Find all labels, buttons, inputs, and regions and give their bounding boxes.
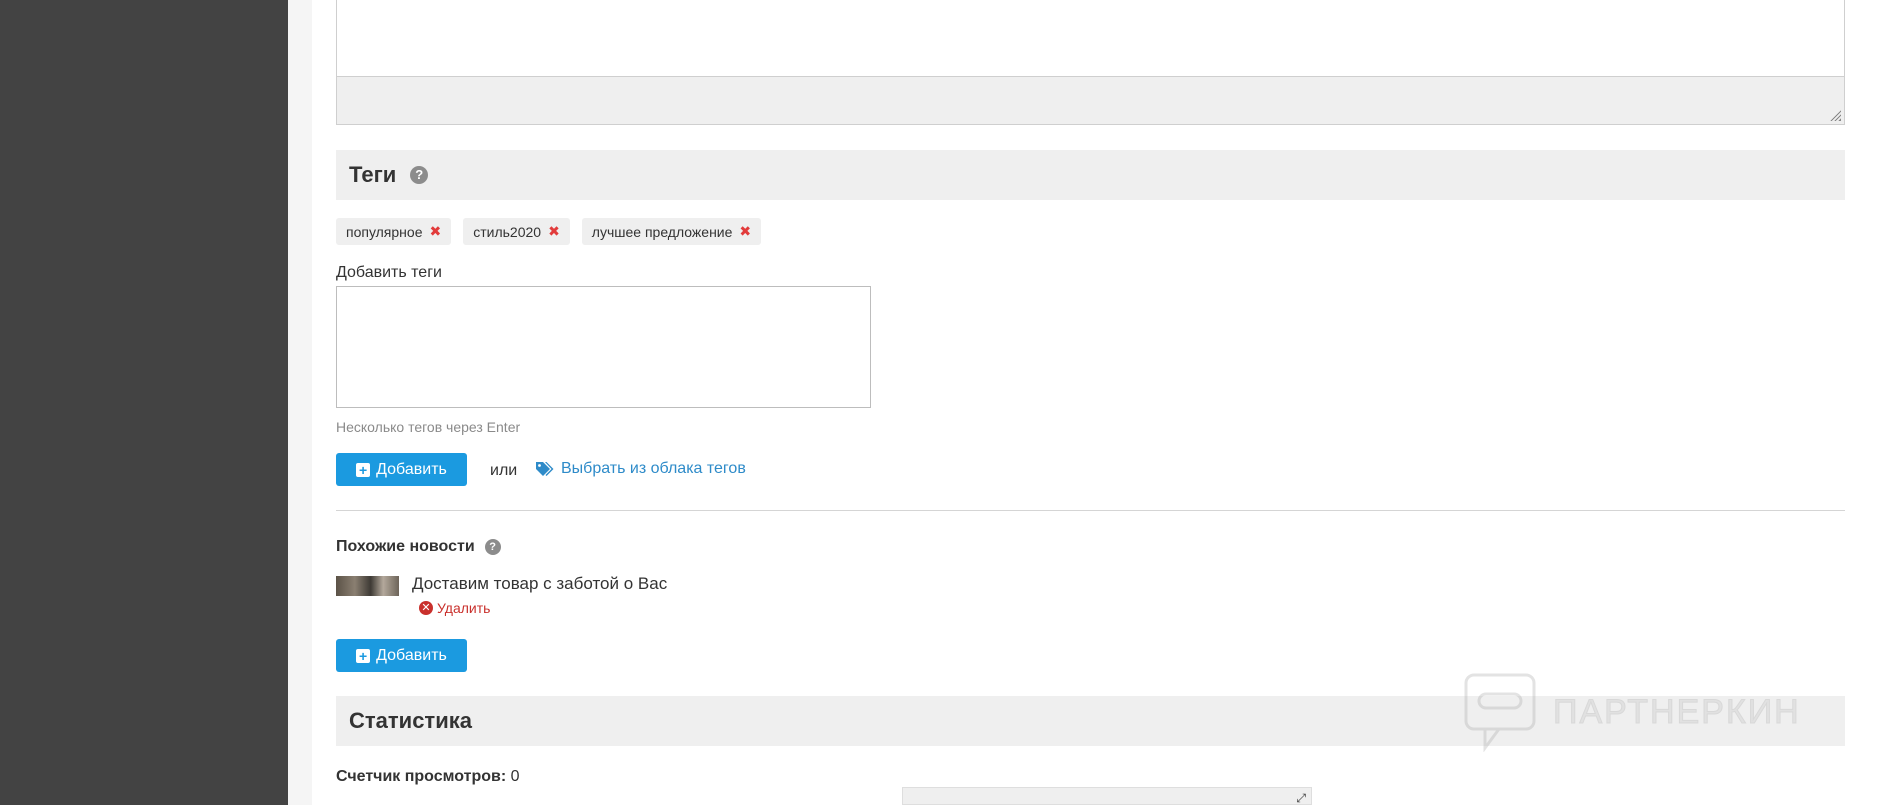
resize-grip-icon[interactable] (1829, 109, 1841, 121)
delete-news-link[interactable]: ✕ Удалить (419, 600, 490, 616)
tag-chip: лучшее предложение ✖ (581, 218, 762, 245)
add-tags-button-label: Добавить (376, 460, 447, 478)
tags-hint: Несколько тегов через Enter (336, 419, 521, 435)
tags-list: популярное ✖ стиль2020 ✖ лучшее предложе… (336, 218, 762, 245)
add-tags-input[interactable] (336, 286, 871, 408)
tags-icon (536, 462, 554, 476)
tag-cloud-link-label: Выбрать из облака тегов (561, 460, 746, 477)
plus-square-icon: + (356, 462, 371, 477)
stats-chart-box: ⤢ (902, 787, 1312, 805)
tag-label: лучшее предложение (591, 223, 733, 240)
tag-cloud-link[interactable]: Выбрать из облака тегов (535, 460, 746, 478)
add-tags-label: Добавить теги (336, 264, 442, 281)
plus-square-icon: + (356, 648, 371, 663)
remove-tag-icon[interactable]: ✖ (548, 223, 560, 240)
views-counter-label: Счетчик просмотров: (336, 768, 507, 785)
statistics-section-header: Статистика (336, 696, 1845, 746)
question-circle-icon[interactable]: ? (410, 166, 429, 184)
add-tags-button[interactable]: + Добавить (336, 453, 467, 486)
remove-tag-icon[interactable]: ✖ (429, 223, 441, 240)
news-thumbnail (336, 576, 399, 596)
main-panel: Теги ? популярное ✖ стиль2020 ✖ лучшее п… (312, 0, 1888, 805)
views-counter-value: 0 (510, 768, 520, 785)
similar-news-title: Похожие новости (336, 538, 475, 555)
expand-icon[interactable]: ⤢ (1296, 791, 1306, 805)
tags-section-title: Теги (349, 162, 397, 187)
remove-tag-icon[interactable]: ✖ (739, 223, 751, 240)
delete-news-label: Удалить (437, 600, 491, 616)
left-sidebar (0, 0, 288, 805)
similar-news-header: Похожие новости ? (336, 538, 501, 556)
tag-label: стиль2020 (473, 223, 542, 240)
text-editor[interactable] (336, 0, 1845, 125)
statistics-section-title: Статистика (349, 708, 472, 733)
add-similar-news-button-label: Добавить (376, 646, 447, 664)
content-gutter (288, 0, 312, 805)
editor-statusbar (337, 76, 1844, 124)
add-similar-news-button[interactable]: + Добавить (336, 639, 467, 672)
tag-chip: популярное ✖ (336, 218, 452, 245)
section-divider (336, 510, 1845, 511)
tags-section-header: Теги ? (336, 150, 1845, 200)
similar-news-item-title[interactable]: Доставим товар с заботой о Вас (412, 574, 667, 594)
tag-chip: стиль2020 ✖ (463, 218, 570, 245)
views-counter: Счетчик просмотров: 0 (336, 768, 520, 786)
or-text: или (490, 462, 518, 479)
times-circle-icon: ✕ (419, 601, 433, 615)
tag-label: популярное (346, 223, 423, 240)
question-circle-icon[interactable]: ? (484, 539, 501, 555)
